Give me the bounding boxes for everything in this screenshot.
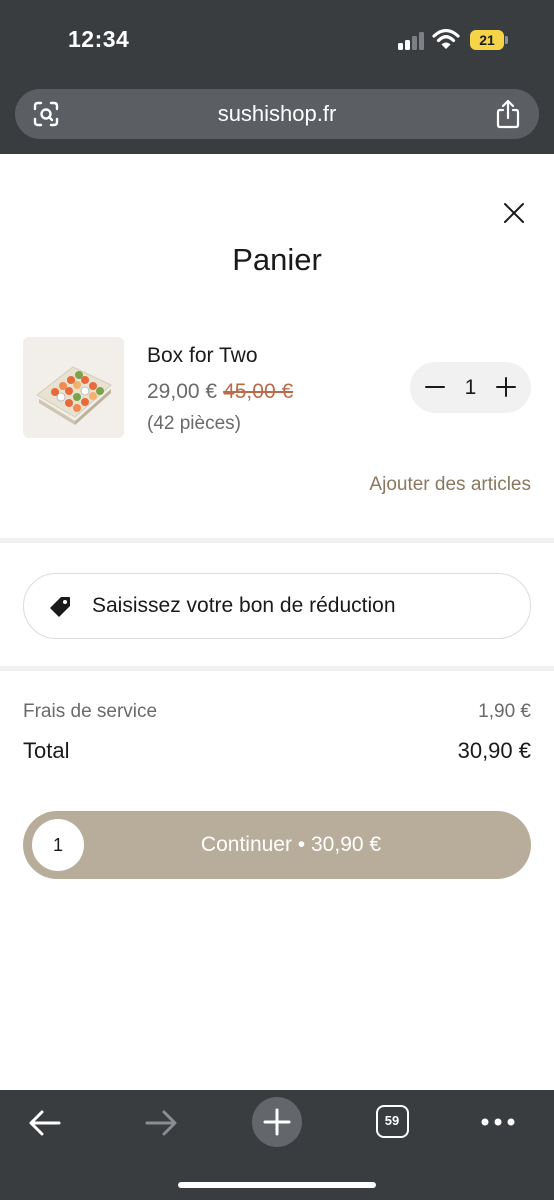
tabs-icon[interactable]: 59 [376,1105,409,1138]
total-label: Total [23,738,70,763]
section-divider [0,538,554,543]
new-tab-button[interactable] [252,1097,302,1147]
product-old-price: 45,00 € [223,380,294,403]
promo-placeholder: Saisissez votre bon de réduction [92,594,396,617]
new-tab-plus-icon [263,1108,291,1136]
add-articles-link[interactable]: Ajouter des articles [369,474,531,496]
back-arrow-icon[interactable] [28,1108,62,1138]
quantity-value: 1 [464,376,477,399]
more-icon[interactable] [480,1116,516,1128]
status-time: 12:34 [68,26,130,52]
service-fee-value: 1,90 € [478,701,531,722]
url-text[interactable]: sushishop.fr [15,89,539,139]
quantity-stepper: 1 [410,362,531,413]
browser-top-chrome: 12:34 21 sushishop.fr [0,0,554,154]
service-fee-label: Frais de service [23,701,158,722]
battery-charging-icon: 21 [470,30,508,50]
section-divider [0,666,554,671]
continue-button[interactable]: 1 Continuer • 30,90 € [23,811,531,879]
address-bar[interactable]: sushishop.fr [15,89,539,139]
battery-level: 21 [479,32,495,48]
continue-label: Continuer • 30,90 € [200,833,382,856]
tabs-count: 59 [384,1113,400,1128]
signal-icon [398,32,426,50]
page-title: Panier [232,242,322,277]
share-icon[interactable] [495,99,521,129]
total-value: 30,90 € [457,738,531,763]
wifi-icon [432,28,460,49]
product-price: 29,00 € [147,380,218,403]
price-row: 29,00 €45,00 € [147,380,293,404]
plus-icon[interactable] [495,376,517,398]
product-pieces: (42 pièces) [147,413,241,434]
product-image [23,337,124,438]
forward-arrow-icon[interactable] [144,1108,178,1138]
home-indicator [178,1182,376,1188]
product-name: Box for Two [147,344,258,367]
close-icon[interactable] [502,201,526,225]
minus-icon[interactable] [424,376,446,398]
promo-code-field[interactable]: Saisissez votre bon de réduction [23,573,531,639]
tag-icon [50,597,70,617]
